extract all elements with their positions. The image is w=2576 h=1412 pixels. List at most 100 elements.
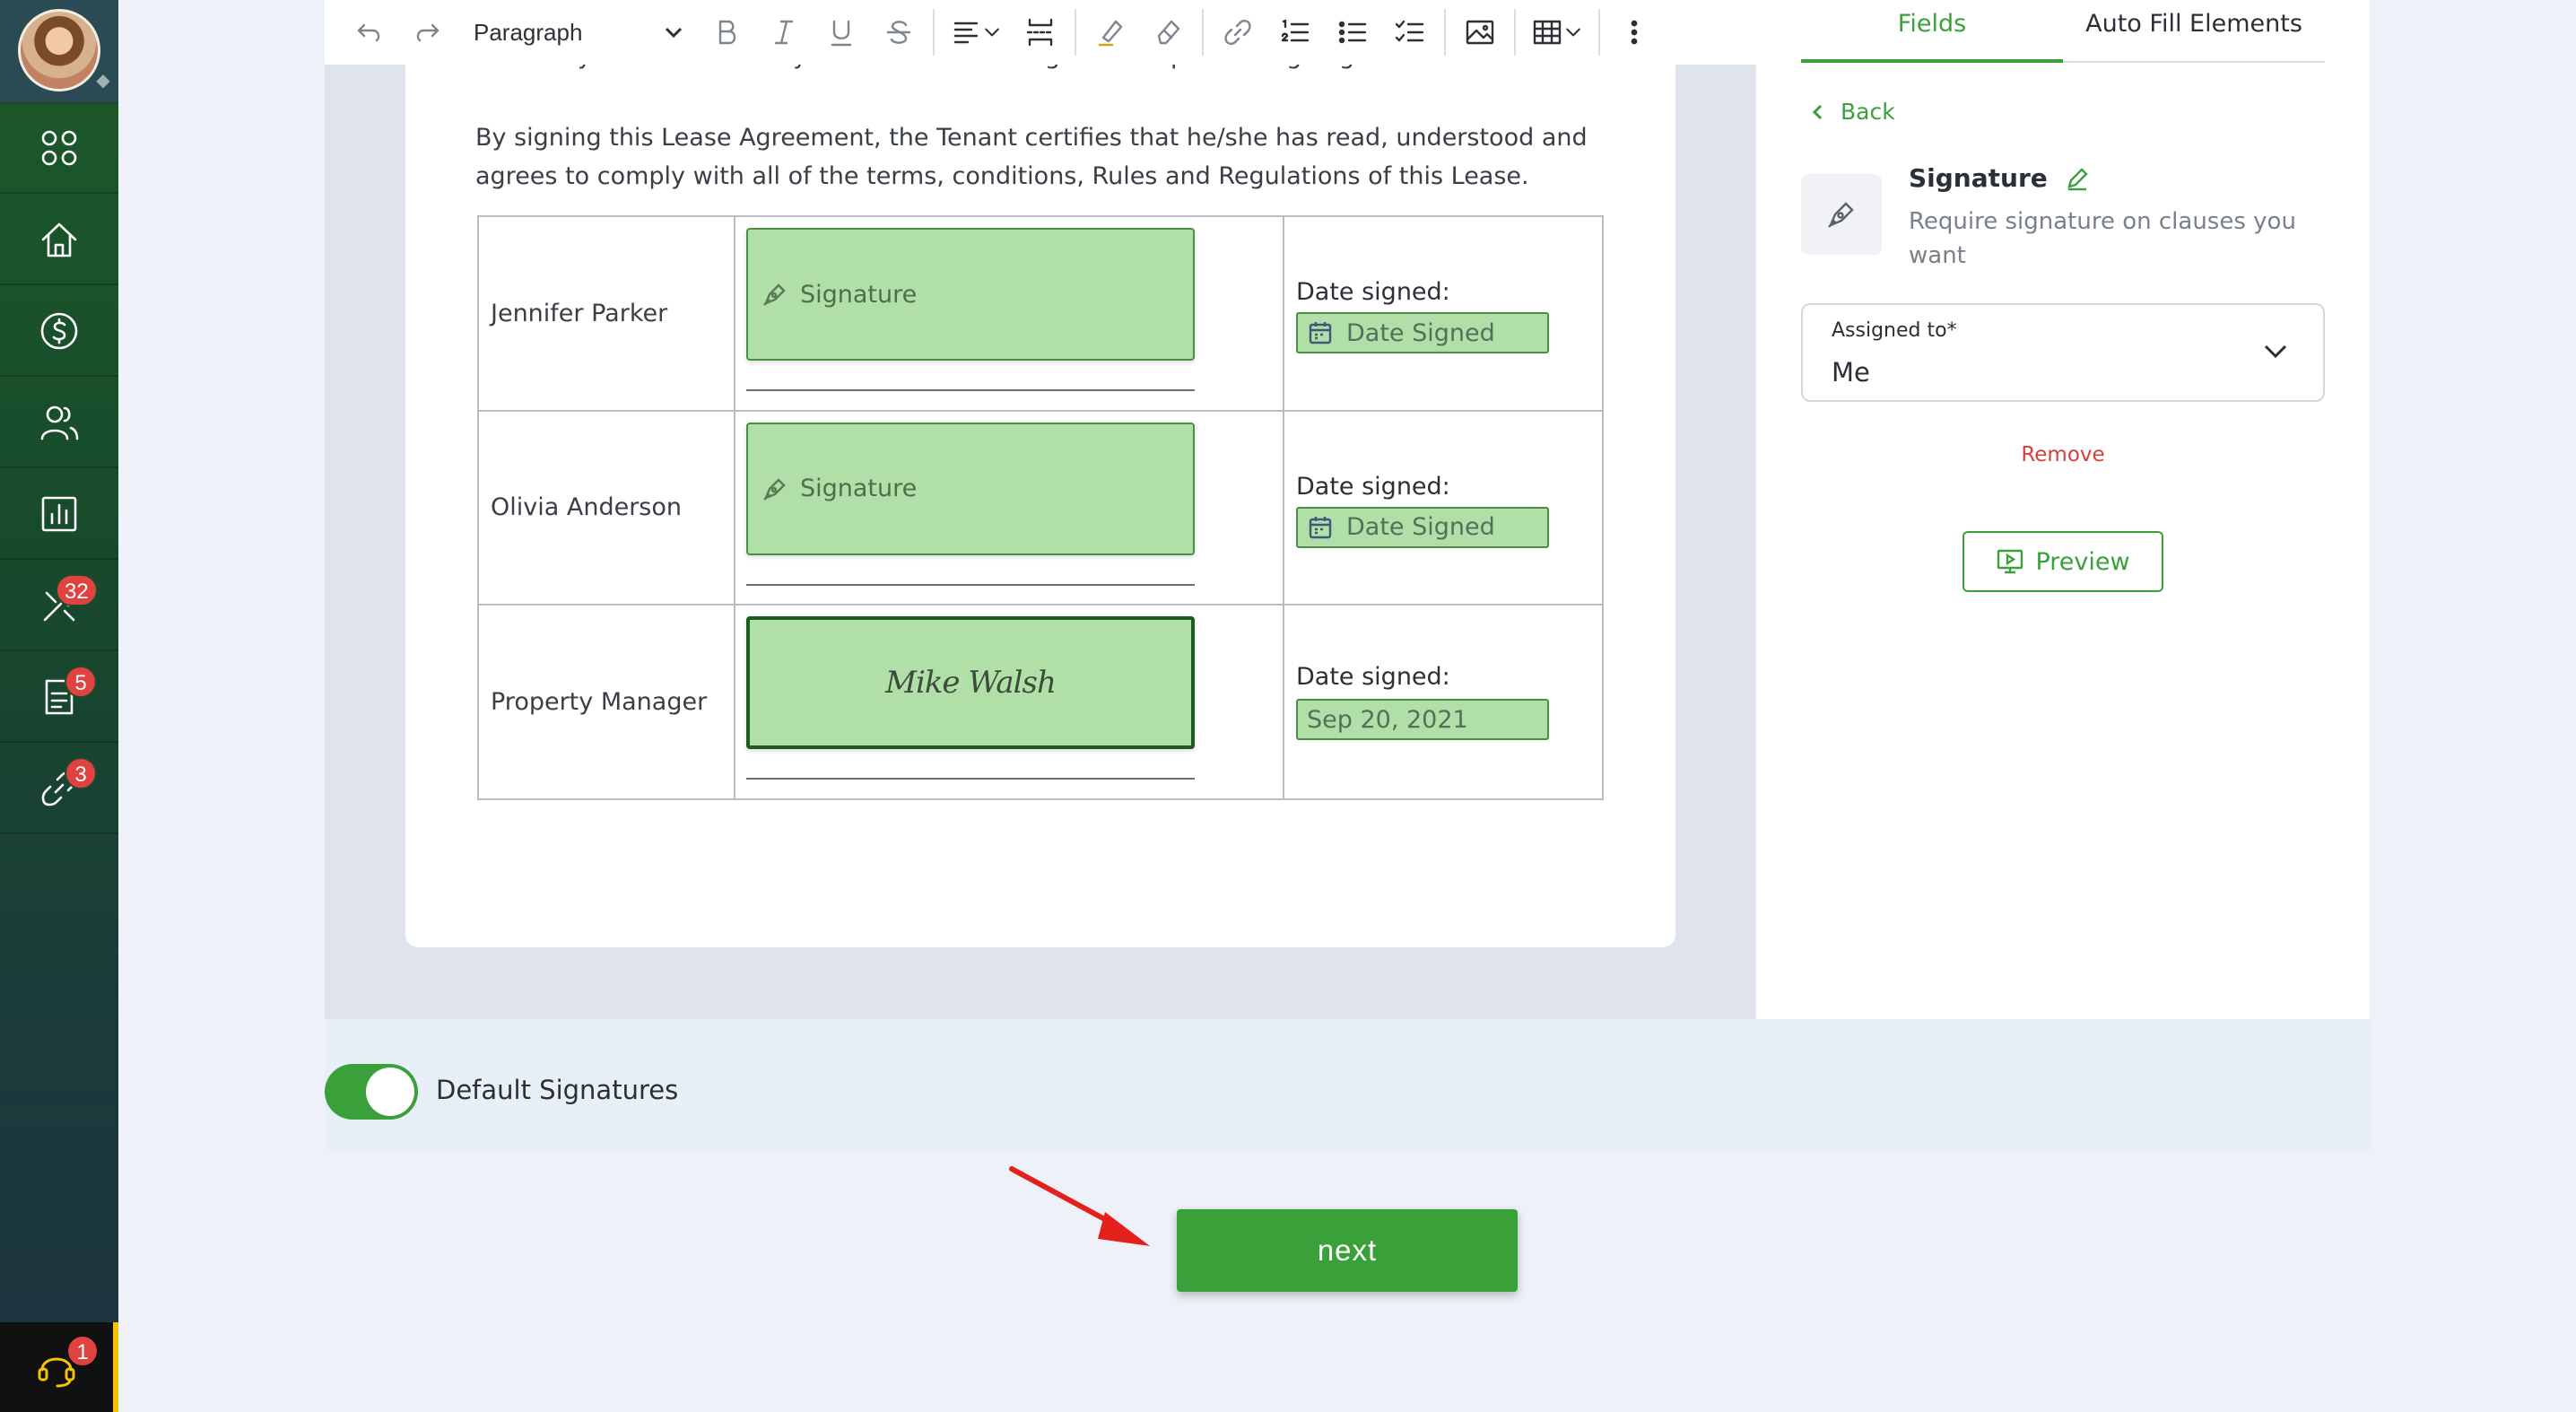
field-type-icon	[1801, 174, 1882, 255]
insert-image-button[interactable]	[1451, 5, 1509, 59]
table-icon	[1533, 20, 1562, 45]
default-signatures-label: Default Signatures	[436, 1075, 679, 1105]
ordered-list-icon	[1281, 19, 1310, 42]
date-signed-field[interactable]: Date Signed	[1296, 312, 1549, 353]
sidebar-item-links[interactable]: 3	[0, 745, 118, 834]
tab-fields[interactable]: Fields	[1801, 0, 2063, 63]
sidebar-item-home[interactable]	[0, 196, 118, 285]
table-row: Olivia Anderson Signature Date signed: D…	[477, 409, 1604, 606]
signature-table: Jennifer Parker Signature Date signed: D…	[477, 215, 1604, 800]
avatar[interactable]	[18, 9, 100, 92]
pin-icon[interactable]: ◆	[93, 70, 113, 90]
date-label: Date signed:	[1296, 472, 1450, 501]
eraser-button[interactable]	[1139, 5, 1197, 59]
signature-field[interactable]: Signature	[746, 422, 1195, 555]
sidebar-item-payments[interactable]	[0, 287, 118, 377]
signed-signature-field[interactable]: Mike Walsh	[746, 616, 1195, 750]
ordered-list-button[interactable]	[1266, 5, 1324, 59]
table-row: Jennifer Parker Signature Date signed: D…	[477, 215, 1604, 412]
profile-area[interactable]: ◆	[0, 0, 118, 104]
remove-field-link[interactable]: Remove	[1801, 443, 2325, 466]
align-left-icon	[953, 22, 979, 44]
redo-button[interactable]	[398, 5, 456, 59]
annotation-arrow-icon	[1009, 1166, 1150, 1246]
sidebar-item-reports[interactable]	[0, 470, 118, 560]
tab-auto-fill-elements[interactable]: Auto Fill Elements	[2063, 0, 2325, 63]
next-button[interactable]: next	[1177, 1209, 1518, 1292]
chart-icon	[41, 496, 77, 532]
block-type-select[interactable]: Paragraph	[456, 5, 698, 59]
support-button[interactable]: 1	[0, 1322, 118, 1412]
toggle-knob	[366, 1068, 414, 1116]
sidebar-item-documents[interactable]: 5	[0, 653, 118, 743]
image-icon	[1466, 20, 1494, 45]
home-icon	[41, 222, 77, 257]
sidebar-item-contacts[interactable]	[0, 379, 118, 468]
highlighter-icon	[1098, 20, 1123, 47]
signature-script: Mike Walsh	[885, 665, 1057, 702]
checklist-button[interactable]	[1381, 5, 1439, 59]
strikethrough-icon	[886, 21, 911, 44]
align-button[interactable]	[940, 5, 1012, 59]
strikethrough-button[interactable]	[870, 5, 927, 59]
highlight-button[interactable]	[1082, 5, 1139, 59]
pen-icon	[763, 283, 786, 306]
undo-button[interactable]	[341, 5, 398, 59]
more-options-button[interactable]	[1606, 5, 1663, 59]
date-cell: Date signed: Date Signed	[1283, 215, 1604, 412]
date-label: Date signed:	[1296, 663, 1450, 692]
toolbar-divider	[1598, 9, 1600, 56]
assigned-to-select[interactable]: Assigned to* Me	[1801, 303, 2325, 402]
chevron-down-icon	[2264, 344, 2287, 359]
page-break-icon	[1026, 18, 1055, 47]
documents-badge: 5	[65, 666, 97, 698]
undo-icon	[357, 23, 380, 42]
toolbar-divider	[1514, 9, 1516, 56]
pen-icon	[763, 477, 786, 501]
edit-pencil-icon[interactable]	[2064, 165, 2091, 192]
assigned-to-label: Assigned to*	[1832, 319, 1957, 342]
toolbar-divider	[1202, 9, 1204, 56]
fields-panel: Fields Auto Fill Elements Back Signature…	[1756, 0, 2370, 1019]
page-break-button[interactable]	[1012, 5, 1069, 59]
link-button[interactable]	[1209, 5, 1266, 59]
chevron-left-icon	[1812, 104, 1823, 119]
more-vertical-icon	[1631, 20, 1638, 45]
underline-button[interactable]	[813, 5, 870, 59]
back-link[interactable]: Back	[1808, 99, 1895, 125]
links-badge: 3	[65, 757, 97, 789]
signature-field-label: Signature	[800, 475, 918, 503]
grid-icon	[41, 130, 77, 166]
underline-icon	[831, 20, 852, 47]
block-type-value: Paragraph	[474, 18, 583, 46]
signature-field[interactable]: Signature	[746, 228, 1195, 361]
default-signatures-toggle[interactable]	[325, 1064, 418, 1120]
chevron-down-icon	[1566, 28, 1580, 37]
date-signed-field[interactable]: Date Signed	[1296, 506, 1549, 548]
link-icon	[1224, 20, 1251, 45]
signer-name: Jennifer Parker	[477, 215, 735, 412]
sidebar-item-maintenance[interactable]: 32	[0, 562, 118, 651]
document-paragraph[interactable]: By signing this Lease Agreement, the Ten…	[475, 118, 1614, 196]
italic-button[interactable]	[755, 5, 813, 59]
toolbar-divider	[1075, 9, 1076, 56]
signature-cell: Mike Walsh	[734, 604, 1284, 800]
preview-label: Preview	[2035, 547, 2130, 576]
signature-line	[746, 778, 1195, 780]
support-badge: 1	[66, 1335, 99, 1367]
dollar-icon	[40, 312, 78, 350]
bold-button[interactable]	[698, 5, 755, 59]
insert-table-button[interactable]	[1521, 5, 1593, 59]
date-cell: Date signed: Sep 20, 2021	[1283, 604, 1604, 800]
date-signed-field[interactable]: Sep 20, 2021	[1296, 699, 1549, 741]
toolbar-divider	[933, 9, 935, 56]
preview-button[interactable]: Preview	[1962, 531, 2163, 592]
sidebar-item-apps[interactable]	[0, 104, 118, 194]
date-label: Date signed:	[1296, 278, 1450, 306]
maintenance-badge: 32	[56, 574, 98, 606]
date-field-label: Date Signed	[1346, 318, 1495, 347]
signer-name: Olivia Anderson	[477, 409, 735, 606]
bullet-list-button[interactable]	[1324, 5, 1381, 59]
pen-icon	[1828, 202, 1854, 228]
italic-icon	[774, 20, 794, 45]
